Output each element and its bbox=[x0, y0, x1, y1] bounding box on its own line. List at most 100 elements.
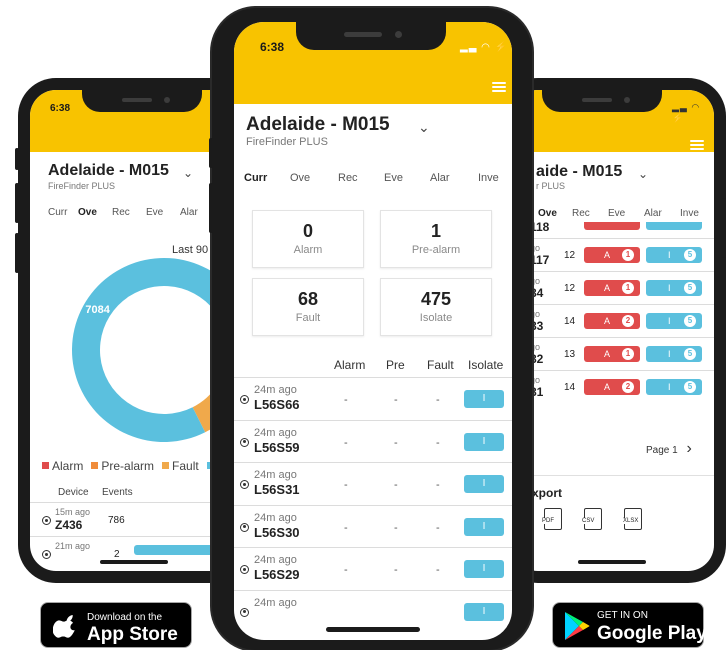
isolate-pill[interactable]: I bbox=[464, 390, 504, 408]
radio-icon[interactable] bbox=[240, 565, 249, 574]
radio-icon[interactable] bbox=[240, 522, 249, 532]
alarm-value: - bbox=[344, 394, 348, 406]
tab-recent[interactable]: Rec bbox=[338, 172, 384, 184]
isolate-pill[interactable]: I bbox=[464, 602, 504, 621]
fault-value: - bbox=[436, 479, 440, 491]
isolate-pill[interactable]: I5 bbox=[646, 247, 702, 263]
table-header-device: Device bbox=[58, 487, 89, 498]
table-row[interactable]: go 82 13 A 1 I 5 bbox=[512, 337, 714, 370]
pre-value: - bbox=[394, 521, 398, 534]
isolate-pill[interactable]: I bbox=[464, 475, 504, 493]
table-row[interactable]: 118 bbox=[512, 222, 714, 239]
radio-icon[interactable] bbox=[240, 437, 249, 447]
tab-recent[interactable]: Rec bbox=[572, 208, 608, 219]
stat-isolate[interactable]: 475 Isolate bbox=[380, 278, 492, 336]
export-csv-icon[interactable]: CSV bbox=[582, 508, 602, 530]
table-row[interactable]: go 117 12 A 1 I 5 bbox=[512, 238, 714, 271]
site-title: Adelaide - M015 bbox=[48, 162, 169, 179]
table-row[interactable]: 24m ago L56S30 - - - I bbox=[234, 504, 512, 547]
site-dropdown-icon[interactable]: ⌄ bbox=[638, 167, 648, 181]
google-play-small-text: GET IN ON bbox=[597, 610, 648, 621]
time-ago: 24m ago bbox=[254, 384, 297, 396]
table-row[interactable]: go 83 14 A 2 I 5 bbox=[512, 304, 714, 337]
tab-bar: Ove Rec Eve Alar Inve bbox=[538, 208, 714, 219]
table-row[interactable]: 24m ago L56S66 - - - I bbox=[234, 377, 512, 419]
menu-icon[interactable] bbox=[492, 82, 506, 92]
isolate-pill[interactable]: I5 bbox=[646, 313, 702, 329]
site-dropdown-icon[interactable]: ⌄ bbox=[183, 166, 193, 180]
tab-current[interactable]: Curr bbox=[244, 172, 290, 184]
left-screen: 6:38 Adelaide - M015 ⌄ FireFinder PLUS C… bbox=[30, 90, 238, 571]
export-pdf-icon[interactable]: PDF bbox=[542, 508, 562, 530]
tab-events[interactable]: Eve bbox=[384, 172, 430, 184]
stat-pre-alarm[interactable]: 1 Pre-alarm bbox=[380, 210, 492, 268]
alarm-pill[interactable]: A1 bbox=[584, 247, 640, 263]
next-page-icon[interactable]: › bbox=[686, 440, 691, 457]
menu-icon[interactable] bbox=[690, 140, 704, 150]
time-ago: 24m ago bbox=[254, 596, 297, 609]
chart-legend: Alarm Pre-alarm Fault I bbox=[42, 459, 220, 473]
tab-current[interactable]: Curr bbox=[48, 207, 78, 218]
isolate-pill[interactable]: I5 bbox=[646, 280, 702, 296]
export-title: xport bbox=[532, 486, 562, 500]
google-play-badge[interactable]: GET IN ON Google Play bbox=[552, 602, 707, 648]
table-row[interactable]: 21m ago 2 bbox=[30, 536, 238, 570]
tab-overview[interactable]: Ove bbox=[290, 172, 338, 184]
apple-logo-icon bbox=[53, 615, 75, 638]
table-row[interactable]: 24m ago L56S29 - - - I bbox=[234, 547, 512, 589]
site-title: aide - M015 bbox=[536, 163, 623, 180]
alarm-pill[interactable] bbox=[584, 222, 640, 230]
alarm-value: - bbox=[344, 479, 348, 491]
table-row[interactable]: go 84 12 A 1 I 5 bbox=[512, 271, 714, 304]
app-store-big-text: App Store bbox=[87, 624, 178, 645]
google-play-big-text: Google Play bbox=[597, 623, 707, 644]
tab-events[interactable]: Eve bbox=[608, 208, 644, 219]
table-row[interactable]: 24m ago L56S31 - - - I bbox=[234, 462, 512, 504]
radio-icon[interactable] bbox=[240, 607, 249, 617]
alarm-pill[interactable]: A2 bbox=[584, 379, 640, 395]
table-row[interactable]: 15m ago Z436 786 bbox=[30, 502, 238, 536]
export-xlsx-icon[interactable]: XLSX bbox=[623, 508, 642, 530]
radio-icon bbox=[42, 550, 51, 559]
tab-inventory[interactable]: Inve bbox=[478, 172, 512, 184]
tab-alarms[interactable]: Alar bbox=[180, 207, 210, 218]
alarm-pill[interactable]: A1 bbox=[584, 280, 640, 296]
radio-icon[interactable] bbox=[240, 480, 249, 489]
app-store-small-text: Download on the bbox=[87, 612, 163, 623]
event-count: 14 bbox=[564, 382, 576, 393]
radio-icon[interactable] bbox=[240, 395, 249, 404]
isolate-pill[interactable]: I5 bbox=[646, 379, 702, 395]
isolate-pill[interactable]: I bbox=[464, 517, 504, 536]
tab-alarms[interactable]: Alar bbox=[430, 172, 478, 184]
device-id: L56S59 bbox=[254, 439, 300, 455]
column-pre[interactable]: Pre bbox=[386, 358, 405, 372]
tab-alarms[interactable]: Alar bbox=[644, 208, 680, 219]
tab-inventory[interactable]: Inve bbox=[680, 208, 710, 219]
isolate-pill[interactable] bbox=[646, 222, 702, 230]
alarm-value: - bbox=[344, 436, 348, 449]
table-row[interactable]: go 81 14 A 2 I 5 bbox=[512, 370, 714, 403]
tab-events[interactable]: Eve bbox=[146, 207, 180, 218]
time-ago: 24m ago bbox=[254, 554, 297, 566]
stat-alarm[interactable]: 0 Alarm bbox=[252, 210, 364, 268]
isolate-pill[interactable]: I bbox=[464, 432, 504, 451]
isolate-pill[interactable]: I bbox=[464, 560, 504, 578]
table-row[interactable]: 24m ago I bbox=[234, 589, 512, 631]
table-row[interactable]: 24m ago L56S59 - - - I bbox=[234, 419, 512, 462]
app-store-badge[interactable]: Download on the App Store bbox=[40, 602, 192, 648]
alarm-pill[interactable]: A2 bbox=[584, 313, 640, 329]
tab-overview[interactable]: Ove bbox=[538, 208, 572, 219]
device-table: 118 go 117 12 A 1 I 5 go 84 12 A 1 I 5 go 83 14 A 2 I 5 go 82 13… bbox=[512, 222, 714, 408]
isolate-pill[interactable]: I5 bbox=[646, 346, 702, 362]
legend-pre-alarm: Pre-alarm bbox=[91, 459, 154, 473]
column-alarm[interactable]: Alarm bbox=[334, 358, 365, 372]
stat-fault[interactable]: 68 Fault bbox=[252, 278, 364, 336]
column-isolate[interactable]: Isolate bbox=[468, 358, 503, 372]
tab-recent[interactable]: Rec bbox=[112, 207, 146, 218]
product-name: FireFinder PLUS bbox=[48, 181, 116, 191]
site-title: Adelaide - M015 bbox=[246, 114, 390, 135]
site-dropdown-icon[interactable]: ⌄ bbox=[418, 119, 430, 136]
column-fault[interactable]: Fault bbox=[427, 358, 454, 372]
tab-overview[interactable]: Ove bbox=[78, 207, 112, 218]
alarm-pill[interactable]: A1 bbox=[584, 346, 640, 362]
